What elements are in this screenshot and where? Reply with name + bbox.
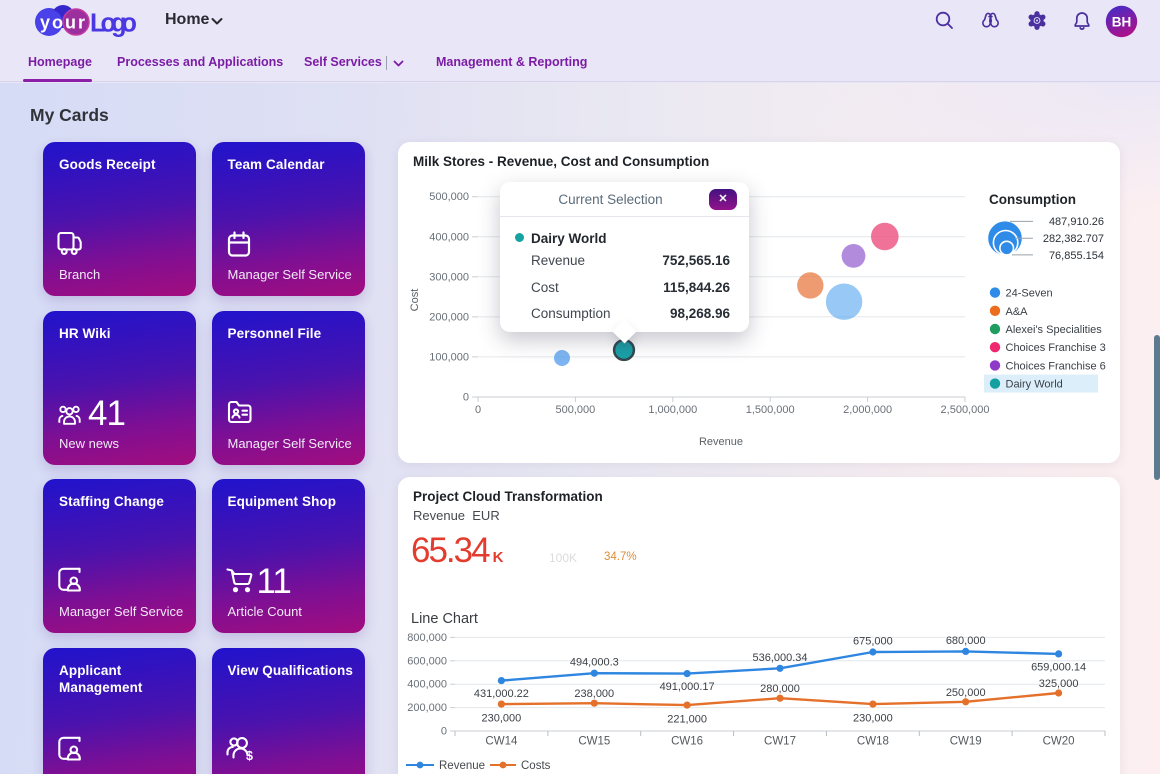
svg-text:Choices Franchise 6: Choices Franchise 6	[1006, 360, 1106, 372]
svg-text:Revenue: Revenue	[699, 436, 743, 448]
svg-text:680,000: 680,000	[946, 635, 986, 647]
svg-text:280,000: 280,000	[760, 683, 800, 695]
svg-text:325,000: 325,000	[1039, 678, 1079, 690]
svg-text:0: 0	[441, 726, 447, 738]
svg-text:431,000.22: 431,000.22	[474, 688, 529, 700]
svg-text:659,000.14: 659,000.14	[1031, 661, 1086, 673]
svg-text:0: 0	[463, 392, 469, 404]
svg-text:Consumption: Consumption	[989, 192, 1076, 207]
svg-text:400,000: 400,000	[429, 231, 469, 243]
svg-text:238,000: 238,000	[574, 688, 614, 700]
svg-text:CW19: CW19	[950, 736, 982, 748]
svg-text:500,000: 500,000	[429, 191, 469, 203]
svg-text:CW15: CW15	[578, 736, 610, 748]
svg-text:200,000: 200,000	[429, 311, 469, 323]
svg-text:Costs: Costs	[521, 760, 551, 772]
svg-text:200,000: 200,000	[407, 702, 447, 714]
svg-text:282,382.707: 282,382.707	[1043, 233, 1104, 245]
svg-text:2,000,000: 2,000,000	[843, 404, 892, 416]
svg-text:Revenue: Revenue	[439, 760, 485, 772]
svg-text:BH: BH	[1112, 14, 1132, 29]
svg-text:Dairy World: Dairy World	[1006, 379, 1063, 391]
svg-text:400,000: 400,000	[407, 679, 447, 691]
svg-text:76,855.154: 76,855.154	[1049, 250, 1104, 262]
svg-text:500,000: 500,000	[556, 404, 596, 416]
svg-text:24-Seven: 24-Seven	[1006, 288, 1053, 300]
svg-text:CW17: CW17	[764, 736, 796, 748]
svg-text:536,000.34: 536,000.34	[752, 652, 807, 664]
svg-text:Choices Franchise 3: Choices Franchise 3	[1006, 342, 1106, 354]
svg-text:Cost: Cost	[409, 289, 421, 312]
svg-text:1,500,000: 1,500,000	[746, 404, 795, 416]
svg-text:your: your	[40, 13, 85, 33]
svg-text:CW16: CW16	[671, 736, 703, 748]
svg-text:0: 0	[475, 404, 481, 416]
svg-text:230,000: 230,000	[482, 713, 522, 725]
svg-text:2,500,000: 2,500,000	[941, 404, 990, 416]
svg-text:300,000: 300,000	[429, 271, 469, 283]
svg-text:1,000,000: 1,000,000	[648, 404, 697, 416]
svg-text:CW20: CW20	[1043, 736, 1075, 748]
svg-text:494,000.3: 494,000.3	[570, 657, 619, 669]
svg-text:A&A: A&A	[1006, 306, 1029, 318]
svg-text:675,000: 675,000	[853, 636, 893, 648]
svg-text:250,000: 250,000	[946, 687, 986, 699]
svg-text:CW14: CW14	[485, 736, 518, 748]
svg-text:Alexei's Specialities: Alexei's Specialities	[1006, 324, 1103, 336]
svg-text:100,000: 100,000	[429, 351, 469, 363]
svg-text:230,000: 230,000	[853, 713, 893, 725]
svg-text:221,000: 221,000	[667, 714, 707, 726]
svg-text:487,910.26: 487,910.26	[1049, 216, 1104, 228]
svg-text:491,000.17: 491,000.17	[660, 681, 715, 693]
svg-text:600,000: 600,000	[407, 655, 447, 667]
svg-text:CW18: CW18	[857, 736, 889, 748]
svg-text:Logo: Logo	[90, 10, 137, 38]
svg-text:$: $	[246, 749, 253, 763]
svg-text:800,000: 800,000	[407, 632, 447, 644]
